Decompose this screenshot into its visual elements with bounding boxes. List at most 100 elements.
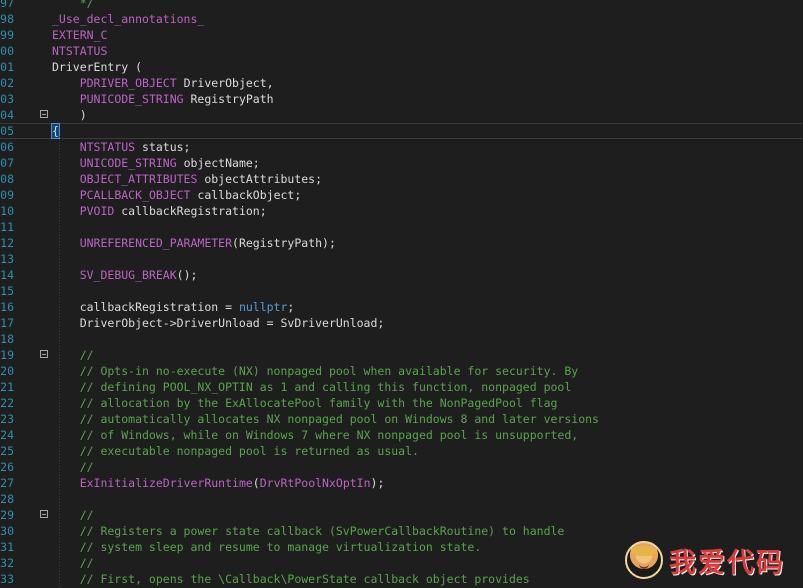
code-line[interactable]: 21 // defining POOL_NX_OPTIN as 1 and ca… bbox=[0, 379, 803, 395]
code-line[interactable]: 02 PDRIVER_OBJECT DriverObject, bbox=[0, 75, 803, 91]
line-number: 97 bbox=[0, 0, 14, 10]
fold-collapse-icon[interactable] bbox=[40, 110, 48, 118]
line-code[interactable]: // allocation by the ExAllocatePool fami… bbox=[52, 395, 558, 411]
code-line[interactable]: 24 // of Windows, while on Windows 7 whe… bbox=[0, 427, 803, 443]
fold-collapse-icon[interactable] bbox=[40, 510, 48, 518]
code-line[interactable]: 04 ) bbox=[0, 107, 803, 123]
line-code[interactable]: // automatically allocates NX nonpaged p… bbox=[52, 411, 599, 427]
line-code[interactable]: { bbox=[51, 123, 60, 139]
line-code[interactable]: // Opts-in no-execute (NX) nonpaged pool… bbox=[52, 363, 579, 379]
code-line[interactable]: 29 // bbox=[0, 507, 803, 523]
line-code[interactable]: // of Windows, while on Windows 7 where … bbox=[52, 427, 579, 443]
code-line[interactable]: 23 // automatically allocates NX nonpage… bbox=[0, 411, 803, 427]
code-token: UNREFERENCED_PARAMETER bbox=[79, 236, 233, 250]
line-number: 13 bbox=[0, 252, 14, 266]
code-line[interactable]: 19 // bbox=[0, 347, 803, 363]
line-code[interactable]: PDRIVER_OBJECT DriverObject, bbox=[52, 75, 274, 91]
line-number: 27 bbox=[0, 476, 14, 490]
code-line[interactable]: 10 PVOID callbackRegistration; bbox=[0, 203, 803, 219]
line-code[interactable]: _Use_decl_annotations_ bbox=[52, 11, 204, 27]
line-number: 02 bbox=[0, 76, 14, 90]
line-number: 03 bbox=[0, 92, 14, 106]
code-token: // automatically allocates NX nonpaged p… bbox=[52, 412, 599, 426]
code-editor[interactable]: 97 */98 _Use_decl_annotations_ 99 EXTERN_C 0… bbox=[0, 0, 803, 588]
line-code[interactable]: */ bbox=[52, 0, 94, 11]
code-line[interactable]: 11 bbox=[0, 219, 803, 235]
code-line[interactable]: 15 bbox=[0, 283, 803, 299]
code-token: ); bbox=[370, 476, 385, 490]
code-token: // of Windows, while on Windows 7 where … bbox=[52, 428, 579, 442]
code-line[interactable]: 16 callbackRegistration = nullptr; bbox=[0, 299, 803, 315]
code-line[interactable]: 08 OBJECT_ATTRIBUTES objectAttributes; bbox=[0, 171, 803, 187]
line-code[interactable]: callbackRegistration = nullptr; bbox=[52, 299, 295, 315]
code-token: objectAttributes; bbox=[197, 172, 323, 186]
line-code[interactable]: NTSTATUS bbox=[52, 43, 107, 59]
line-code[interactable]: NTSTATUS status; bbox=[52, 139, 191, 155]
fold-collapse-icon[interactable] bbox=[40, 350, 48, 358]
code-line[interactable]: 14 SV_DEBUG_BREAK(); bbox=[0, 267, 803, 283]
code-token: NTSTATUS bbox=[79, 140, 136, 154]
code-line[interactable]: 18 bbox=[0, 331, 803, 347]
code-line[interactable]: 99 EXTERN_C bbox=[0, 27, 803, 43]
line-number: 98 bbox=[0, 12, 14, 26]
code-line[interactable]: 20 // Opts-in no-execute (NX) nonpaged p… bbox=[0, 363, 803, 379]
code-line[interactable]: 98 _Use_decl_annotations_ bbox=[0, 11, 803, 27]
line-code[interactable]: EXTERN_C bbox=[52, 27, 107, 43]
code-line[interactable]: 03 PUNICODE_STRING RegistryPath bbox=[0, 91, 803, 107]
code-line[interactable]: 09 PCALLBACK_OBJECT callbackObject; bbox=[0, 187, 803, 203]
code-token: // First, opens the \Callback\PowerState… bbox=[52, 572, 530, 586]
code-line[interactable]: 30 // Registers a power state callback (… bbox=[0, 523, 803, 539]
matched-brace: { bbox=[51, 123, 60, 139]
line-code[interactable]: // First, opens the \Callback\PowerState… bbox=[52, 571, 530, 587]
code-line[interactable]: 12 UNREFERENCED_PARAMETER(RegistryPath); bbox=[0, 235, 803, 251]
line-code[interactable]: OBJECT_ATTRIBUTES objectAttributes; bbox=[52, 171, 322, 187]
code-line[interactable]: 13 bbox=[0, 251, 803, 267]
line-code[interactable]: // executable nonpaged pool is returned … bbox=[52, 443, 419, 459]
indent-guide bbox=[59, 136, 60, 588]
code-line[interactable]: 27 ExInitializeDriverRuntime(DrvRtPoolNx… bbox=[0, 475, 803, 491]
code-line[interactable]: 28 bbox=[0, 491, 803, 507]
watermark-text: 我爱代码 bbox=[669, 547, 785, 579]
line-number: 21 bbox=[0, 380, 14, 394]
line-code[interactable]: // defining POOL_NX_OPTIN as 1 and calli… bbox=[52, 379, 572, 395]
code-line[interactable]: 07 UNICODE_STRING objectName; bbox=[0, 155, 803, 171]
code-token: PCALLBACK_OBJECT bbox=[79, 188, 191, 202]
line-code[interactable]: DriverEntry ( bbox=[52, 59, 142, 75]
line-number: 28 bbox=[0, 492, 14, 506]
line-number: 14 bbox=[0, 268, 14, 282]
code-token: // Registers a power state callback (SvP… bbox=[52, 524, 565, 538]
line-code[interactable]: PVOID callbackRegistration; bbox=[52, 203, 267, 219]
code-line[interactable]: 22 // allocation by the ExAllocatePool f… bbox=[0, 395, 803, 411]
line-code[interactable]: ExInitializeDriverRuntime(DrvRtPoolNxOpt… bbox=[52, 475, 385, 491]
line-code[interactable]: UNICODE_STRING objectName; bbox=[52, 155, 260, 171]
line-code[interactable]: // system sleep and resume to manage vir… bbox=[52, 539, 482, 555]
code-token: DriverEntry ( bbox=[52, 60, 143, 74]
line-code[interactable]: UNREFERENCED_PARAMETER(RegistryPath); bbox=[52, 235, 336, 251]
line-code[interactable]: PUNICODE_STRING RegistryPath bbox=[52, 91, 274, 107]
line-code[interactable]: PCALLBACK_OBJECT callbackObject; bbox=[52, 187, 302, 203]
code-token: nullptr bbox=[238, 300, 288, 314]
code-line[interactable]: 06 NTSTATUS status; bbox=[0, 139, 803, 155]
line-number: 04 bbox=[0, 108, 14, 122]
code-line[interactable]: 05 { bbox=[0, 123, 803, 139]
code-line[interactable]: 17 DriverObject->DriverUnload = SvDriver… bbox=[0, 315, 803, 331]
code-token: objectName; bbox=[176, 156, 260, 170]
line-code[interactable]: ) bbox=[52, 107, 87, 123]
code-line[interactable]: 25 // executable nonpaged pool is return… bbox=[0, 443, 803, 459]
line-number: 07 bbox=[0, 156, 14, 170]
line-number: 11 bbox=[0, 220, 14, 234]
code-line[interactable]: 00 NTSTATUS bbox=[0, 43, 803, 59]
line-code[interactable]: // Registers a power state callback (SvP… bbox=[52, 523, 565, 539]
line-code[interactable]: SV_DEBUG_BREAK(); bbox=[52, 267, 198, 283]
code-line[interactable]: 01 DriverEntry ( bbox=[0, 59, 803, 75]
line-number: 24 bbox=[0, 428, 14, 442]
code-line[interactable]: 26 // bbox=[0, 459, 803, 475]
code-line[interactable]: 97 */ bbox=[0, 0, 803, 11]
code-token: callbackRegistration; bbox=[114, 204, 267, 218]
code-token: PUNICODE_STRING bbox=[79, 92, 184, 106]
code-token: callbackObject; bbox=[190, 188, 302, 202]
line-code[interactable]: DriverObject->DriverUnload = SvDriverUnl… bbox=[52, 315, 385, 331]
